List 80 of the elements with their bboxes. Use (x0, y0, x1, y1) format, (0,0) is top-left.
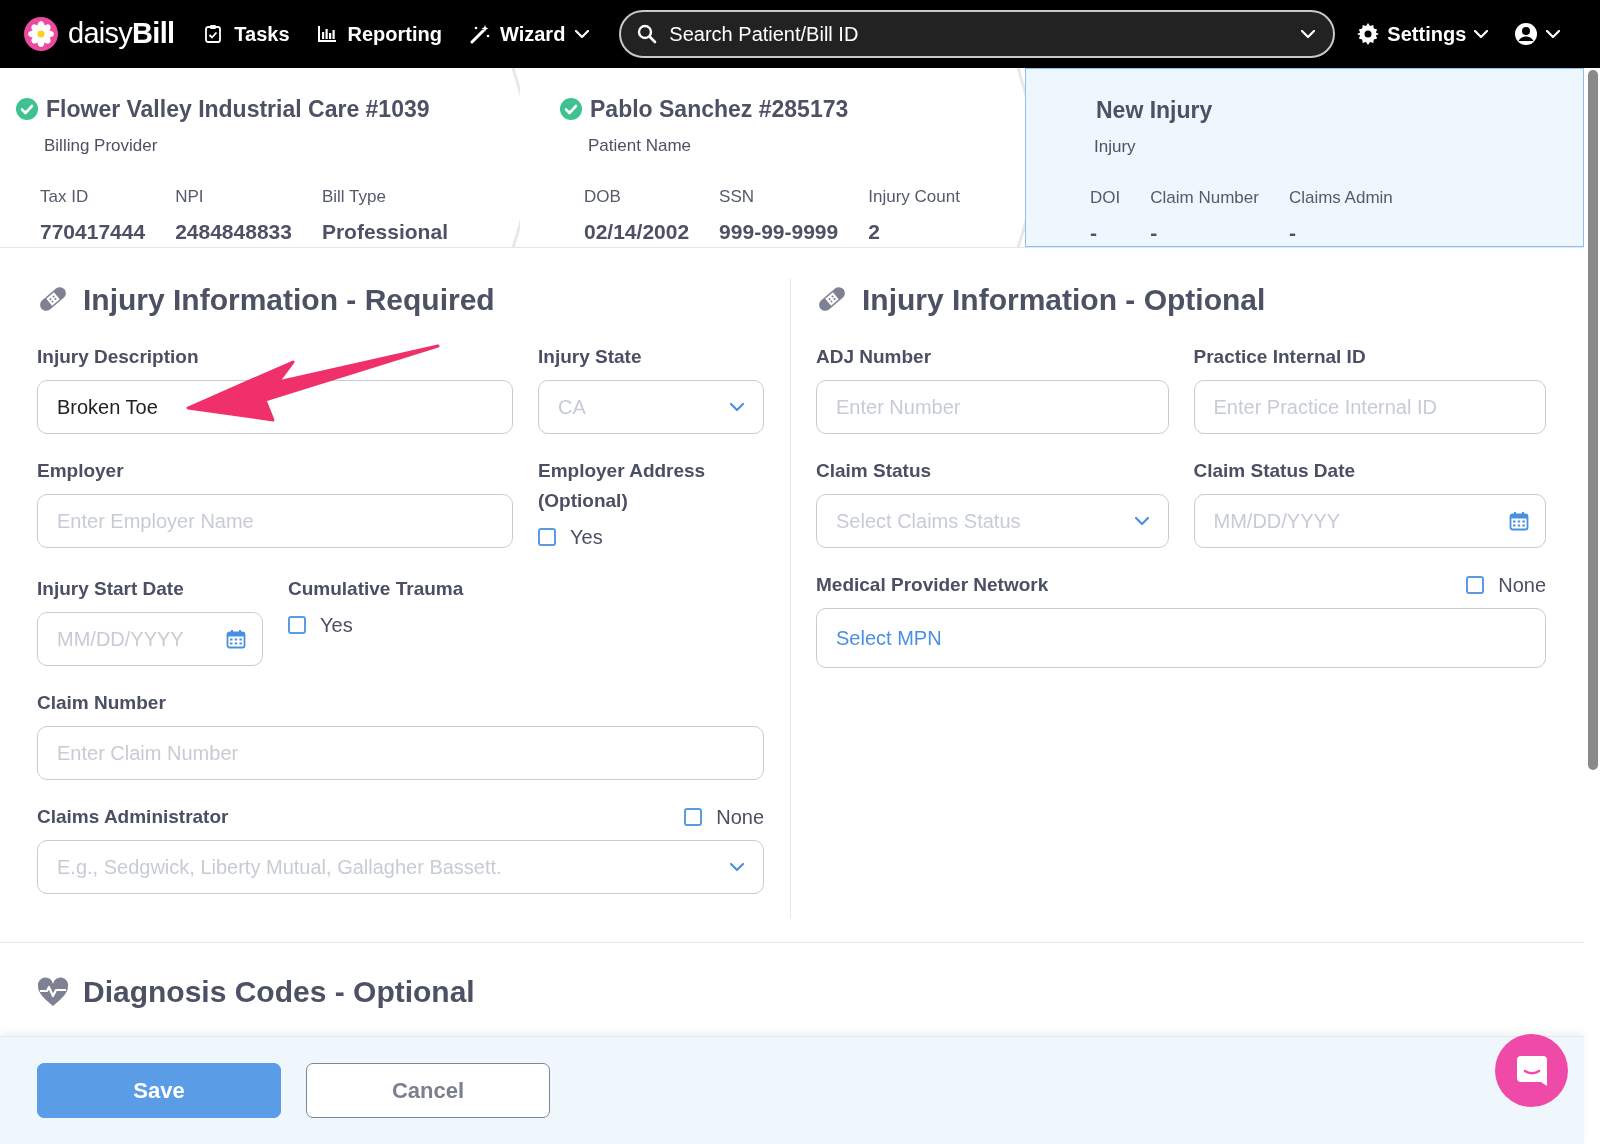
field-label: SSN (719, 186, 756, 208)
checkbox[interactable] (684, 808, 703, 826)
field-value: 770417444 (40, 218, 146, 245)
field-label: Claim Number (37, 691, 166, 715)
nav-link[interactable]: Tasks (204, 19, 290, 49)
chat-bubble-icon (1514, 1053, 1549, 1088)
field-label: Injury Count (868, 186, 960, 208)
field-label: Tax ID (40, 186, 90, 208)
field-label: Claim Status Date (1193, 459, 1356, 483)
chevron-down-icon (1474, 29, 1489, 39)
magic-wand-icon (469, 24, 490, 44)
checkbox-label: None (1498, 573, 1546, 598)
input-field[interactable]: Enter Employer Name (37, 494, 513, 548)
field-label: NPI (175, 186, 205, 208)
field-value: Professional (321, 218, 448, 245)
breadcrumb-step[interactable]: New Injury Injury DOI - Claim Number - Claims Admin - (1025, 68, 1584, 247)
step-title: Pablo Sanchez #285173 (590, 95, 849, 124)
field-label: Employer (37, 459, 124, 483)
input-field[interactable]: Enter Number (816, 380, 1169, 434)
field-label: Practice Internal ID (1193, 345, 1366, 369)
date-field[interactable]: MM/DD/YYYY (1193, 494, 1546, 548)
step-subtitle: Injury (1093, 135, 1137, 158)
checkbox[interactable] (1466, 576, 1485, 594)
calendar-icon (226, 629, 246, 649)
flower-logo-icon (24, 17, 58, 51)
field-label: Claim Number (1150, 187, 1259, 209)
chevron-down-icon (730, 402, 744, 412)
field-label: Bill Type (321, 186, 387, 208)
field-value: 999-99-9999 (719, 218, 839, 245)
chevron-down-icon (1301, 30, 1316, 39)
heart-pulse-icon (37, 976, 69, 1007)
nav-link[interactable]: Wizard (469, 19, 590, 49)
nav-link[interactable]: Reporting (317, 19, 442, 49)
settings-menu[interactable]: Settings (1357, 19, 1489, 49)
field-value: - (1288, 219, 1297, 246)
calendar-icon (1509, 511, 1529, 531)
bar-chart-icon (317, 24, 338, 44)
section-heading: Diagnosis Codes - Optional (83, 974, 475, 1010)
daisybill-logo[interactable]: daisyBill (68, 12, 175, 56)
field-value: - (1090, 219, 1098, 246)
field-label: Claims Admin (1288, 187, 1393, 209)
section-heading: Injury Information - Optional (862, 281, 1266, 318)
step-title: Flower Valley Industrial Care #1039 (46, 95, 430, 124)
checkbox-label: None (716, 805, 764, 830)
user-avatar-icon (1514, 22, 1538, 46)
input-field[interactable]: Enter Practice Internal ID (1193, 380, 1546, 434)
search-icon (637, 24, 658, 44)
checkbox[interactable] (288, 616, 306, 634)
field-value: - (1150, 219, 1159, 246)
search-field[interactable]: Search Patient/Bill ID (619, 10, 1336, 58)
chevron-down-icon (1546, 29, 1560, 39)
scrollbar-thumb[interactable] (1588, 70, 1598, 770)
section-heading: Injury Information - Required (83, 281, 495, 318)
step-subtitle: Patient Name (587, 134, 692, 157)
field-label: DOI (1090, 187, 1121, 209)
chevron-down-icon (730, 862, 744, 872)
field-value: 2484848833 (175, 218, 292, 245)
field-value: 02/14/2002 (584, 218, 690, 245)
field-label: Employer Address (Optional) (538, 459, 707, 513)
field-label: Injury State (538, 345, 642, 369)
checkbox-label: Yes (570, 525, 603, 550)
field-label: DOB (584, 186, 622, 208)
field-label: Injury Start Date (37, 577, 184, 601)
field-label: Claims Administrator (37, 805, 229, 829)
field-value: 2 (868, 218, 881, 245)
field-label: Claim Status (816, 459, 932, 483)
step-title: New Injury (1096, 96, 1213, 125)
checkbox-label: Yes (320, 613, 353, 638)
checkbox[interactable] (538, 528, 556, 546)
chevron-down-icon (1134, 516, 1149, 526)
settings-icon (1357, 23, 1380, 45)
account-menu[interactable] (1514, 22, 1560, 46)
date-field[interactable]: MM/DD/YYYY (37, 612, 263, 666)
field-label: Injury Description (37, 345, 199, 369)
field-label: ADJ Number (816, 345, 932, 369)
field-label: Medical Provider Network (816, 573, 1049, 597)
input-field[interactable]: Enter Claim Number (37, 726, 764, 780)
step-subtitle: Billing Provider (43, 134, 159, 157)
field-label: Cumulative Trauma (288, 577, 464, 601)
cancel-button[interactable]: Cancel (306, 1063, 550, 1118)
